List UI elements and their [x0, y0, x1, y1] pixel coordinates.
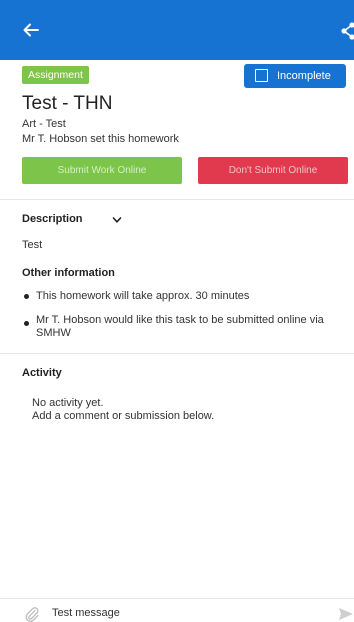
app-bar: [0, 0, 354, 60]
other-information-heading: Other information: [22, 267, 115, 279]
homework-set-by: Mr T. Hobson set this homework: [22, 133, 179, 145]
info-item-duration: This homework will take approx. 30 minut…: [36, 290, 250, 302]
message-input[interactable]: [52, 604, 322, 622]
send-icon[interactable]: [338, 606, 354, 622]
description-text: Test: [22, 239, 43, 251]
homework-detail-screen: Assignment Incomplete Test - THN Art - T…: [0, 0, 354, 622]
divider: [0, 199, 354, 200]
back-arrow-icon[interactable]: [20, 19, 42, 41]
description-toggle[interactable]: Description: [22, 209, 122, 225]
share-icon[interactable]: [340, 22, 354, 40]
dont-submit-online-button[interactable]: Don't Submit Online: [198, 157, 348, 184]
bullet-icon: [24, 294, 29, 299]
incomplete-label: Incomplete: [277, 70, 331, 82]
homework-subject: Art - Test: [22, 118, 66, 130]
paperclip-icon[interactable]: [24, 606, 40, 622]
homework-title: Test - THN: [22, 93, 113, 114]
info-item-submission: Mr T. Hobson would like this task to be …: [36, 314, 324, 339]
description-heading: Description: [22, 213, 83, 225]
activity-heading: Activity: [22, 367, 62, 379]
chevron-down-icon: [112, 212, 122, 223]
divider: [0, 353, 354, 354]
submit-online-button[interactable]: Submit Work Online: [22, 157, 182, 184]
checkbox-icon: [255, 69, 268, 82]
composer-divider: [0, 598, 354, 599]
bullet-icon: [24, 321, 29, 326]
incomplete-toggle-button[interactable]: Incomplete: [244, 64, 346, 88]
assignment-badge: Assignment: [22, 66, 89, 84]
activity-empty-line1: No activity yet.: [32, 397, 104, 409]
activity-empty-line2: Add a comment or submission below.: [32, 410, 215, 422]
